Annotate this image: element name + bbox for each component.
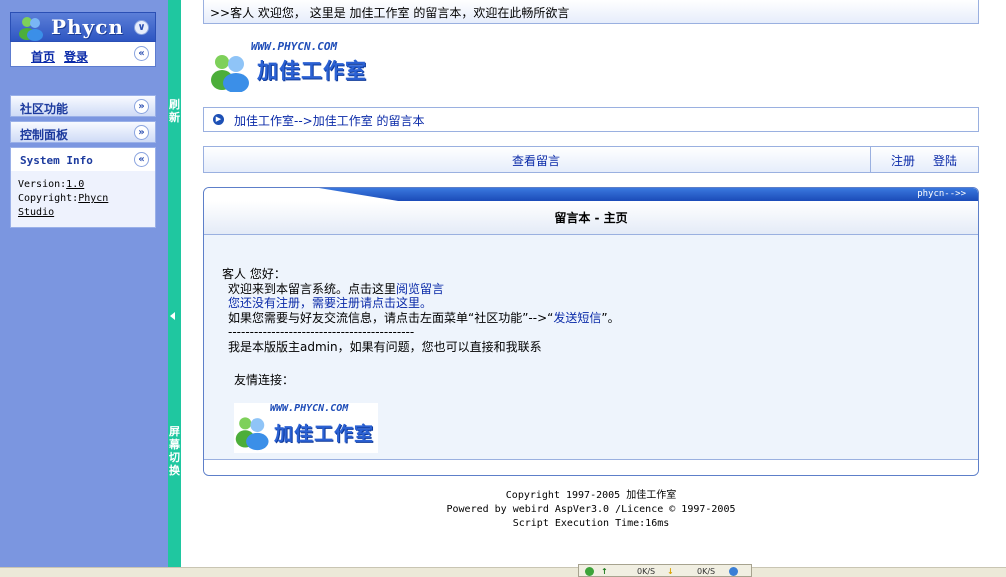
sidebar-item-label: 社区功能 — [20, 102, 69, 116]
community-suffix: ”。 — [601, 310, 620, 325]
sidebar-item-community[interactable]: 社区功能 » — [10, 95, 156, 117]
footer-execution-time: Script Execution Time:16ms — [512, 518, 670, 529]
status-tray: ↑ 0K/S ↓ 0K/S — [578, 564, 752, 577]
system-info-body: Version:1.0 Copyright:Phycn Studio — [10, 171, 156, 228]
page-footer: Copyright 1997-2005 加佳工作室 Powered by web… — [203, 489, 979, 531]
msn-man-icon — [235, 417, 269, 451]
sidebar-home-bar: 首页 登录 « — [10, 42, 156, 67]
greeting-text: 客人 您好： — [222, 267, 286, 281]
switch-char: 屏 — [169, 425, 180, 438]
horizontal-scrollbar[interactable] — [0, 567, 1006, 577]
home-link[interactable]: 首页 — [31, 48, 55, 65]
welcome-line: 欢迎来到本留言系统。点击这里阅览留言 — [222, 282, 620, 297]
download-speed: 0K/S — [697, 567, 716, 576]
refresh-label[interactable]: 刷 新 — [168, 98, 181, 124]
msn-man-icon — [211, 55, 249, 92]
register-here-link[interactable]: 您还没有注册，需要注册请点击这里。 — [228, 296, 432, 310]
switch-char: 切 — [169, 451, 180, 464]
switch-char: 幕 — [169, 438, 180, 451]
navbar-divider — [870, 147, 871, 172]
sidebar-logo-text: Phycn — [51, 15, 124, 39]
bullet-arrow-icon: ▶ — [213, 114, 224, 125]
main-content: >>客人 欢迎您， 这里是 加佳工作室 的留言本，欢迎在此畅所欲言 WWW.PH… — [181, 0, 1006, 577]
version-label: Version: — [18, 179, 67, 190]
collapse-chevron-up-icon[interactable]: « — [134, 152, 149, 167]
screen-switch-label[interactable]: 屏 幕 切 换 — [168, 425, 181, 477]
panel-header-blue — [319, 188, 978, 201]
panel-title: 留言本 - 主页 — [204, 201, 978, 235]
site-logo[interactable]: WWW.PHYCN.COM 加佳工作室 — [209, 40, 389, 92]
welcome-text: 欢迎来到本留言系统。点击这里 — [228, 281, 397, 296]
network-status-icon[interactable] — [585, 567, 594, 576]
msn-man-icon — [19, 17, 43, 41]
expand-chevron-down-icon[interactable]: » — [134, 125, 149, 140]
guestbook-panel: phycn-->> 留言本 - 主页 客人 您好： 欢迎来到本留言系统。点击这里… — [203, 187, 979, 476]
collapse-arrow-left-icon[interactable] — [170, 312, 175, 320]
friend-logo-www: WWW.PHYCN.COM — [270, 403, 349, 414]
friend-logo-title: 加佳工作室 — [274, 423, 375, 445]
community-line: 如果您需要与好友交流信息，请点击左面菜单“社区功能”-->“发送短信”。 — [222, 311, 620, 326]
copyright-label: Copyright: — [18, 193, 79, 204]
read-messages-link[interactable]: 阅览留言 — [396, 282, 444, 296]
breadcrumb: ▶ 加佳工作室-->加佳工作室 的留言本 — [203, 107, 979, 132]
sidebar-logo-bar: Phycn ∨ — [10, 12, 156, 42]
footer-copyright: Copyright 1997-2005 加佳工作室 — [505, 490, 677, 501]
panel-corner-text: phycn-->> — [917, 189, 966, 199]
collapse-logo-chevron-down-icon[interactable]: ∨ — [134, 20, 149, 35]
panel-body: 客人 您好： 欢迎来到本留言系统。点击这里阅览留言 您还没有注册，需要注册请点击… — [222, 267, 620, 354]
divider-line: ----------------------------------------… — [228, 325, 415, 339]
upload-arrow-icon: ↑ — [601, 567, 608, 576]
copyright-link-studio[interactable]: Studio — [18, 207, 54, 218]
logo-title: 加佳工作室 — [257, 59, 367, 83]
left-sidebar: Phycn ∨ 首页 登录 « 社区功能 » 控制面板 » System Inf… — [0, 0, 168, 577]
sidebar-item-label: 控制面板 — [20, 128, 69, 142]
register-link[interactable]: 注册 — [891, 152, 915, 169]
login-link[interactable]: 登陆 — [933, 152, 957, 169]
refresh-char: 新 — [169, 111, 180, 124]
system-info-title: System Info — [20, 154, 93, 167]
register-line: 您还没有注册，需要注册请点击这里。 — [222, 296, 620, 311]
admin-contact-line: 我是本版版主admin，如果有问题，您也可以直接和我联系 — [228, 339, 542, 354]
switch-char: 换 — [169, 464, 180, 477]
panel-footer-strip — [204, 459, 978, 475]
friend-link-logo[interactable]: WWW.PHYCN.COM 加佳工作室 — [234, 403, 378, 453]
download-arrow-icon: ↓ — [667, 567, 674, 576]
tray-app-icon[interactable] — [729, 567, 738, 576]
version-link[interactable]: 1.0 — [66, 179, 84, 190]
refresh-char: 刷 — [169, 98, 180, 111]
screen-switch-strip[interactable]: 刷 新 屏 幕 切 换 — [168, 0, 181, 577]
collapse-chevron-left-icon[interactable]: « — [134, 46, 149, 61]
welcome-bar: >>客人 欢迎您， 这里是 加佳工作室 的留言本，欢迎在此畅所欲言 — [203, 0, 979, 24]
system-info-header[interactable]: System Info « — [10, 147, 156, 171]
view-messages-link[interactable]: 查看留言 — [512, 152, 560, 169]
sidebar-item-control-panel[interactable]: 控制面板 » — [10, 121, 156, 143]
upload-speed: 0K/S — [637, 567, 656, 576]
friend-links-title: 友情连接： — [234, 373, 295, 387]
breadcrumb-link[interactable]: 加佳工作室-->加佳工作室 的留言本 — [234, 114, 425, 128]
top-navbar: 查看留言 注册 登陆 — [203, 146, 979, 173]
login-link[interactable]: 登录 — [64, 48, 88, 65]
copyright-link[interactable]: Phycn — [78, 193, 108, 204]
footer-powered-by: Powered by webird AspVer3.0 /Licence © 1… — [446, 504, 736, 515]
community-text: 如果您需要与好友交流信息，请点击左面菜单“社区功能”-->“ — [228, 310, 554, 325]
expand-chevron-down-icon[interactable]: » — [134, 99, 149, 114]
logo-www-text: WWW.PHYCN.COM — [251, 40, 338, 53]
send-sms-link[interactable]: 发送短信 — [553, 311, 601, 325]
